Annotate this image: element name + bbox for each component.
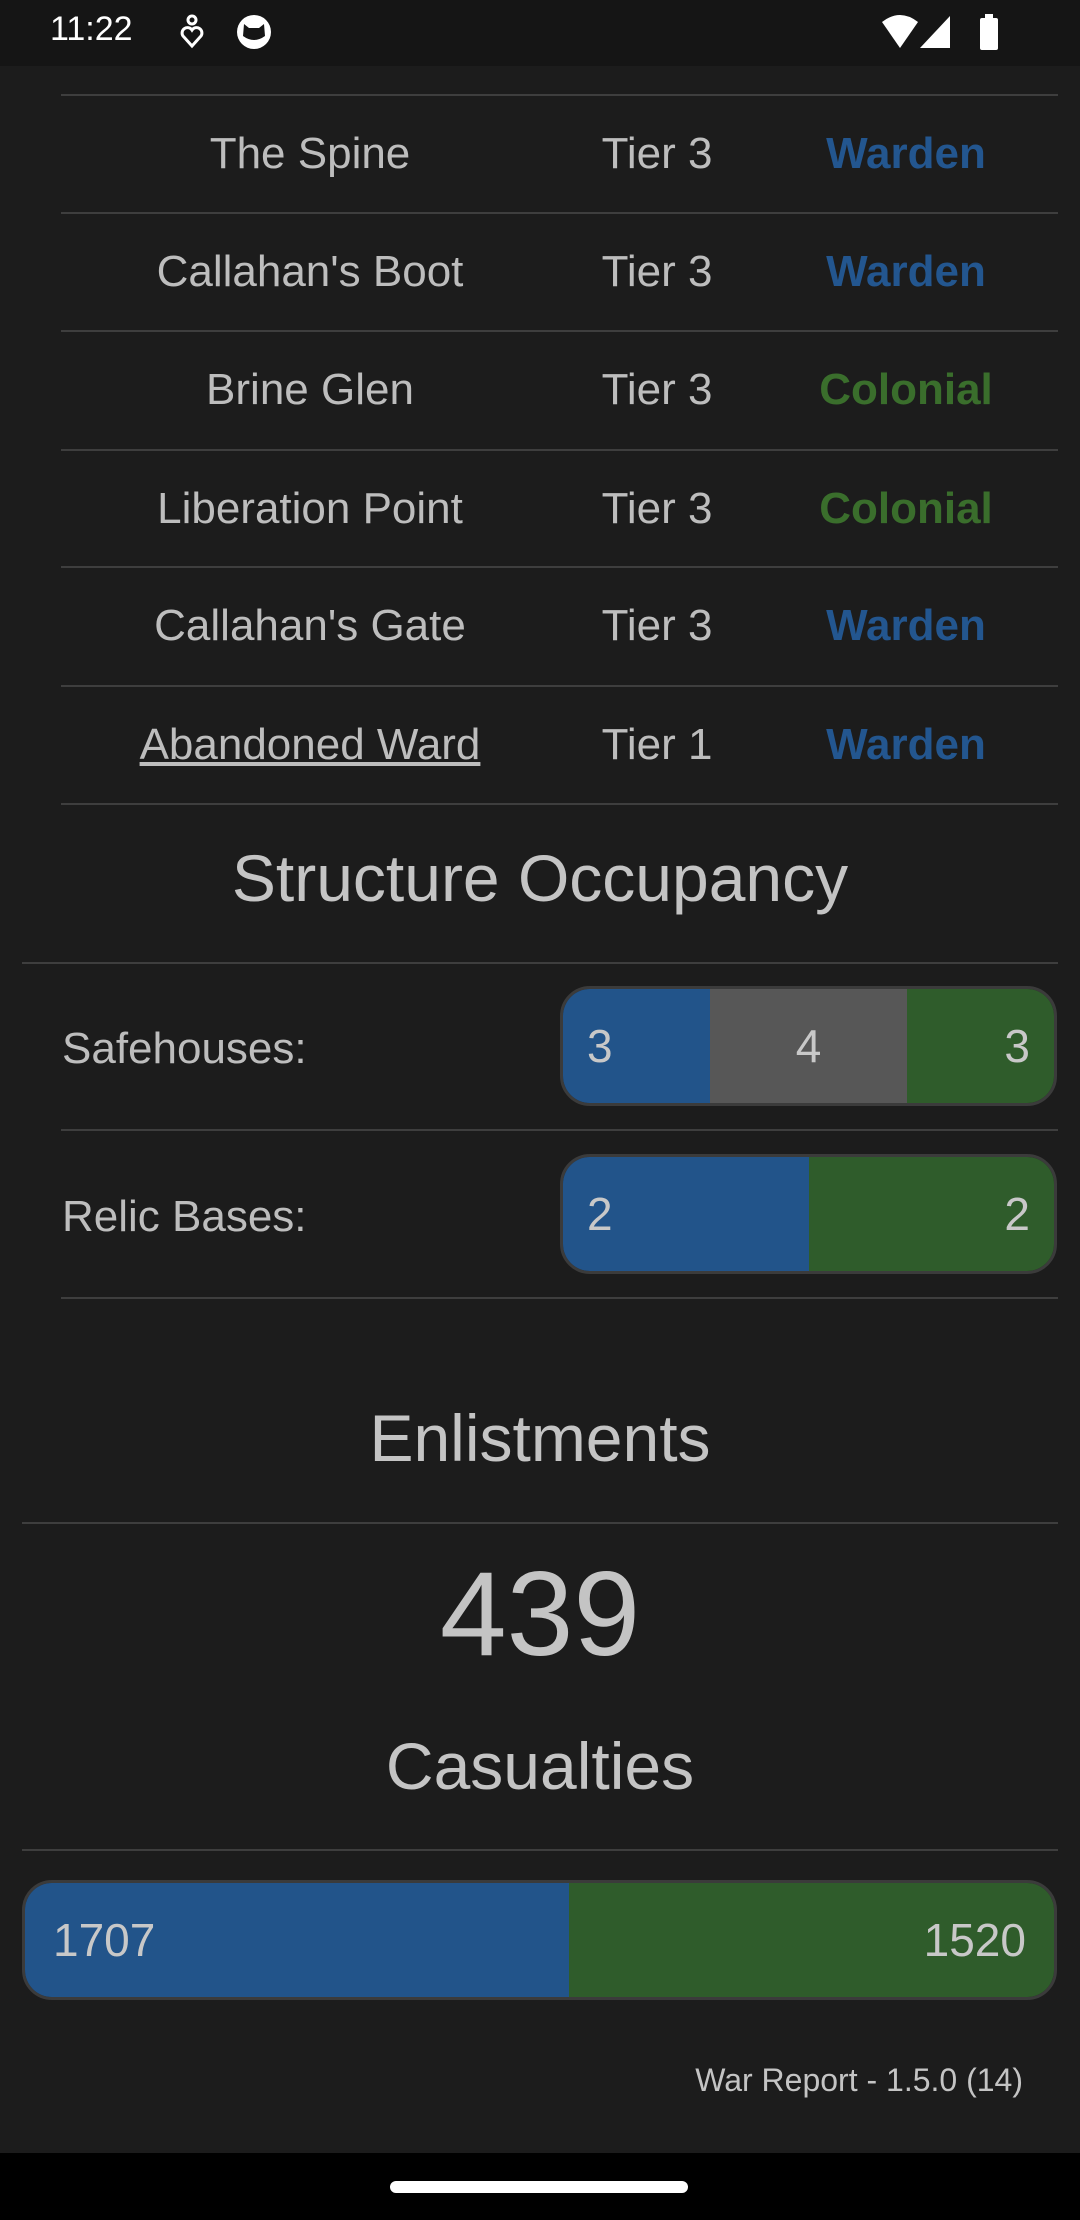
town-name: Callahan's Gate [154,601,466,650]
town-name: The Spine [209,129,411,178]
accessibility-icon [180,14,204,49]
town-name: Callahan's Boot [156,247,464,296]
status-bar: 11:22 [0,0,1080,66]
relic-bases-colonial-segment: 2 [808,1157,1054,1271]
town-faction: Warden [826,247,986,296]
town-tier: Tier 1 [601,720,713,769]
navigation-bar [0,2153,1080,2220]
relic-bases-label: Relic Bases: [62,1192,307,1241]
safehouses-label: Safehouses: [62,1024,307,1073]
battery-icon [980,14,998,50]
cat-face-icon [237,15,271,49]
town-row: Brine Glen Tier 3 Colonial [61,332,1058,448]
safehouses-colonial-segment: 3 [906,989,1054,1103]
town-faction: Warden [826,129,986,178]
town-row: Callahan's Gate Tier 3 Warden [61,568,1058,684]
safehouses-warden-segment: 3 [563,989,711,1103]
town-name: Liberation Point [157,484,463,533]
town-tier: Tier 3 [601,601,713,650]
enlistments-value: 439 [439,1547,641,1681]
town-faction: Colonial [819,484,993,533]
divider [22,962,1058,964]
town-faction: Warden [826,601,986,650]
signal-icon [920,16,950,48]
structure-occupancy-title: Structure Occupancy [231,841,849,915]
town-name[interactable]: Abandoned Ward [61,687,559,803]
casualties-bar: 1707 1520 [22,1880,1057,2000]
safehouses-bar: 3 4 3 [560,986,1057,1106]
town-faction: Warden [826,720,986,769]
town-tier: Tier 3 [601,247,713,296]
status-time: 11:22 [50,10,133,48]
divider [61,1297,1058,1299]
casualties-title: Casualties [385,1729,695,1803]
divider [22,1522,1058,1524]
town-row: Callahan's Boot Tier 3 Warden [61,214,1058,330]
town-name: Brine Glen [206,365,414,414]
relic-bases-bar: 2 2 [560,1154,1057,1274]
casualties-colonial-segment: 1520 [569,1883,1054,1997]
relic-bases-warden-segment: 2 [563,1157,809,1271]
town-tier: Tier 3 [601,365,713,414]
town-row: Liberation Point Tier 3 Colonial [61,451,1058,567]
divider [22,1849,1058,1851]
home-gesture-handle[interactable] [390,2181,688,2193]
casualties-warden-segment: 1707 [25,1883,570,1997]
enlistments-title: Enlistments [369,1401,711,1475]
wifi-icon [882,15,918,48]
town-faction: Colonial [819,365,993,414]
town-tier: Tier 3 [601,484,713,533]
divider [61,1129,1058,1131]
town-row: The Spine Tier 3 Warden [61,96,1058,212]
app-version: War Report - 1.5.0 (14) [695,2062,1023,2098]
town-row: Abandoned Ward Tier 1 Warden [61,687,1058,803]
safehouses-neutral-segment: 4 [710,989,907,1103]
town-tier: Tier 3 [601,129,713,178]
divider [61,803,1058,805]
